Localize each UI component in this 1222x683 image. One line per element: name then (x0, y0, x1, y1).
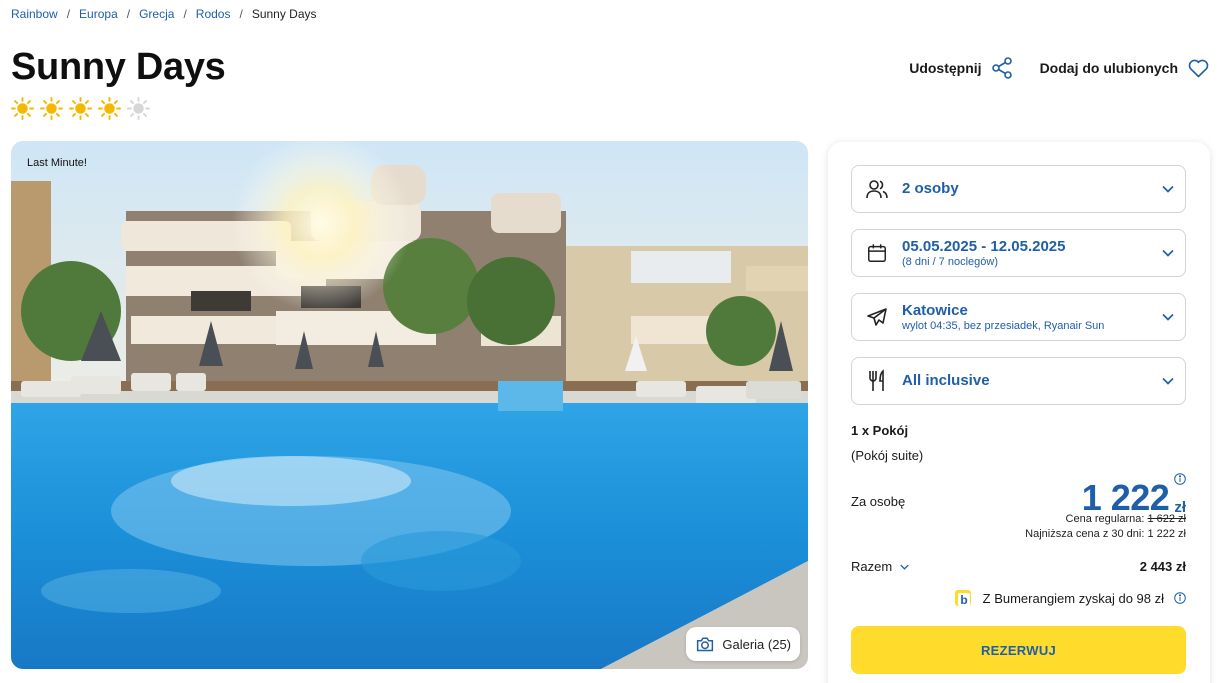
departure-details: wylot 04:35, bez przesiadek, Ryanair Sun (902, 319, 1105, 332)
room-count: 1 x Pokój (851, 423, 909, 438)
board-select[interactable]: All inclusive (851, 357, 1186, 405)
sun-star-icon (40, 97, 63, 120)
regular-price: Cena regularna: 1 622 zł (1066, 513, 1186, 525)
total-value: 2 443 zł (1139, 559, 1186, 574)
bumerang-text: Z Bumerangiem zyskaj do 98 zł (982, 590, 1164, 606)
share-label: Udostępnij (909, 60, 982, 76)
sun-star-empty-icon (127, 97, 150, 120)
breadcrumb-rainbow[interactable]: Rainbow (11, 7, 58, 21)
booking-panel: 2 osoby 05.05.2025 - 12.05.2025 (8 dni /… (828, 142, 1210, 683)
hotel-pool-image (11, 141, 808, 669)
departure-value: Katowice (902, 301, 968, 319)
chevron-down-icon (1162, 313, 1174, 321)
regular-price-label: Cena regularna: (1065, 513, 1145, 525)
breadcrumb-europa[interactable]: Europa (79, 7, 118, 21)
info-icon[interactable] (1174, 592, 1186, 604)
book-button[interactable]: REZERWUJ (851, 626, 1186, 674)
chevron-down-icon (1162, 185, 1174, 193)
header-actions: Udostępnij Dodaj do ulubionych (909, 56, 1211, 80)
people-icon (866, 180, 888, 199)
total-label: Razem (851, 559, 893, 574)
calendar-icon (868, 244, 886, 262)
regular-price-value: 1 622 zł (1147, 513, 1186, 525)
plane-icon (867, 308, 887, 326)
heart-icon (1188, 59, 1209, 78)
favorite-label: Dodaj do ulubionych (1039, 60, 1178, 76)
departure-select[interactable]: Katowice wylot 04:35, bez przesiadek, Ry… (851, 293, 1186, 341)
last-minute-tag: Last Minute! (27, 157, 87, 169)
gallery-button[interactable]: Galeria (25) (686, 627, 800, 661)
favorite-button[interactable]: Dodaj do ulubionych (1040, 56, 1211, 80)
sun-star-icon (69, 97, 92, 120)
bumerang-promo: b Z Bumerangiem zyskaj do 98 zł (953, 588, 1186, 608)
breadcrumb: Rainbow / Europa / Grecja / Rodos / Sunn… (11, 7, 317, 21)
chevron-down-icon (1162, 377, 1174, 385)
share-icon (991, 57, 1012, 79)
dates-duration: (8 dni / 7 noclegów) (902, 255, 998, 268)
dates-value: 05.05.2025 - 12.05.2025 (902, 237, 1066, 255)
price-amount: 1 222 (1081, 477, 1170, 518)
price-per-person: 1 222 zł (1082, 478, 1186, 518)
chevron-down-icon (1162, 249, 1174, 257)
svg-text:b: b (960, 593, 967, 607)
breadcrumb-current: Sunny Days (251, 7, 317, 21)
gallery-label: Galeria (25) (722, 636, 791, 652)
cutlery-icon (869, 369, 884, 391)
breadcrumb-separator: / (239, 7, 243, 21)
total-toggle[interactable]: Razem (851, 559, 909, 574)
persons-value: 2 osoby (902, 180, 959, 197)
chevron-down-icon (900, 564, 909, 570)
board-value: All inclusive (902, 372, 990, 389)
breadcrumb-separator: / (66, 7, 71, 21)
bumerang-icon: b (954, 590, 971, 607)
lowest-price-30-days: Najniższa cena z 30 dni: 1 222 zł (1025, 528, 1186, 540)
persons-select[interactable]: 2 osoby (851, 165, 1186, 213)
share-button[interactable]: Udostępnij (909, 56, 1013, 80)
page-title: Sunny Days (11, 46, 226, 88)
dates-select[interactable]: 05.05.2025 - 12.05.2025 (8 dni / 7 nocle… (851, 229, 1186, 277)
breadcrumb-rodos[interactable]: Rodos (196, 7, 231, 21)
breadcrumb-separator: / (126, 7, 131, 21)
sun-star-icon (11, 97, 34, 120)
camera-icon (697, 637, 714, 652)
room-type: (Pokój suite) (851, 448, 924, 463)
hotel-rating-stars (11, 97, 150, 120)
breadcrumb-grecja[interactable]: Grecja (139, 7, 174, 21)
sun-star-icon (98, 97, 121, 120)
breadcrumb-separator: / (183, 7, 187, 21)
hotel-photo[interactable]: Last Minute! Galeria (25) (11, 141, 808, 669)
per-person-label: Za osobę (851, 494, 906, 509)
